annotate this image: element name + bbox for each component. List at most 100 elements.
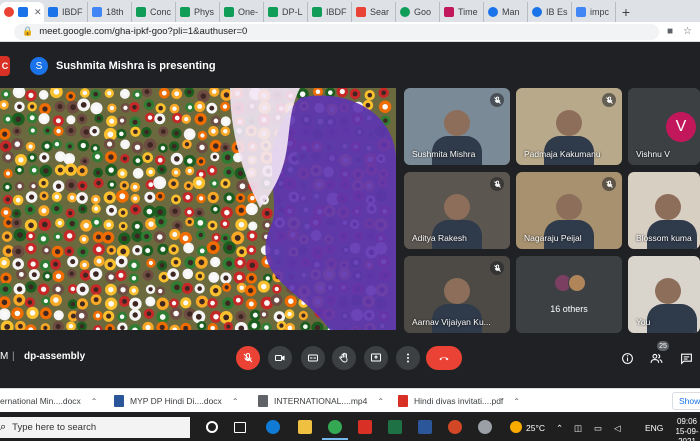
captions-button[interactable] — [301, 346, 325, 370]
address-bar-icons: ■ ☆ — [667, 26, 692, 37]
participant-tile[interactable]: Nagaraju Peijal — [516, 172, 622, 249]
presentation-content — [0, 88, 396, 330]
tab-one[interactable]: One- — [220, 2, 264, 22]
mic-off-icon — [243, 352, 253, 363]
tab-label: One- — [238, 7, 259, 17]
tab-ib-es[interactable]: IB Es — [528, 2, 572, 22]
taskbar-search[interactable]: ⌕ Type here to search — [0, 417, 190, 438]
avatar: S — [30, 57, 48, 75]
file-explorer-icon[interactable] — [298, 420, 312, 434]
tab-label: DP-L — [282, 7, 303, 17]
tab-meet[interactable]: ✕ — [0, 2, 44, 22]
lock-icon[interactable]: 🔒 — [22, 26, 33, 37]
hand-icon — [339, 352, 348, 363]
participant-tile[interactable]: V Vishnu V — [628, 88, 700, 165]
tab-ibdf[interactable]: IBDF — [44, 2, 88, 22]
mic-off-icon — [490, 93, 504, 107]
edge-icon[interactable] — [266, 420, 280, 434]
star-icon[interactable]: ☆ — [683, 26, 692, 37]
tab-label: 18th — [106, 7, 124, 17]
participant-tile[interactable]: Sushmita Mishra — [404, 88, 510, 165]
powerpoint-icon[interactable] — [448, 420, 462, 434]
close-icon[interactable]: ✕ — [34, 7, 42, 18]
people-button[interactable] — [648, 350, 664, 366]
participant-figure — [556, 109, 583, 136]
google-icon — [576, 7, 586, 17]
chevron-up-icon[interactable]: ⌃ — [377, 397, 384, 406]
others-avatars — [554, 274, 586, 292]
network-icon[interactable]: ◫ — [574, 423, 582, 434]
tab-search[interactable]: Sear — [352, 2, 396, 22]
new-tab-button[interactable]: + — [616, 2, 636, 22]
excel-icon[interactable] — [388, 420, 402, 434]
chevron-up-icon[interactable]: ⌃ — [91, 397, 98, 406]
chat-button[interactable] — [678, 350, 694, 366]
participant-figure — [556, 193, 583, 220]
mic-off-icon — [490, 261, 504, 275]
meeting-details-button[interactable] — [619, 350, 635, 366]
tab-label: IBDF — [326, 7, 347, 17]
clock[interactable]: 09:06 15-09-2021 — [674, 417, 700, 441]
tab-dp-l[interactable]: DP-L — [264, 2, 308, 22]
participant-tile[interactable]: Aarnav Vijaiyan Ku... — [404, 256, 510, 333]
chevron-up-icon[interactable]: ⌃ — [513, 397, 520, 406]
participant-tile[interactable]: Blossom kuma — [628, 172, 700, 249]
banner-edge-badge: C — [0, 56, 10, 76]
participant-name: Aarnav Vijaiyan Ku... — [412, 317, 491, 327]
participant-tile[interactable]: You — [628, 256, 700, 333]
chevron-up-icon[interactable]: ⌃ — [556, 423, 563, 434]
tab-label: IB Es — [546, 7, 568, 17]
task-view-icon[interactable] — [234, 422, 246, 433]
captions-icon — [308, 354, 318, 362]
tab-favicon-icon — [400, 7, 410, 17]
microphone-button[interactable] — [236, 346, 260, 370]
word-icon[interactable] — [418, 420, 432, 434]
download-item[interactable]: MYP DP Hindi Di....docx ⌃ — [114, 393, 239, 409]
leave-call-button[interactable] — [426, 346, 462, 370]
camera-icon[interactable]: ■ — [667, 26, 673, 37]
clock-date: 15-09-2021 — [675, 427, 699, 441]
participant-figure — [444, 109, 471, 136]
show-all-button[interactable]: Show — [672, 392, 700, 410]
volume-icon[interactable]: ◁ — [614, 423, 621, 434]
chrome-icon[interactable] — [328, 420, 342, 434]
search-input[interactable]: Type here to search — [12, 422, 96, 433]
camera-button[interactable] — [268, 346, 292, 370]
control-bar: M | dp-assembly — [0, 340, 700, 376]
anydesk-icon[interactable] — [358, 420, 372, 434]
url-text[interactable]: meet.google.com/gha-ipkf-goo?pli=1&authu… — [39, 26, 247, 37]
download-item[interactable]: ernational Min....docx ⌃ — [0, 393, 98, 409]
weather-icon[interactable] — [510, 421, 522, 433]
raise-hand-button[interactable] — [332, 346, 356, 370]
download-item[interactable]: INTERNATIONAL....mp4 ⌃ — [258, 393, 384, 409]
tab-favicon-icon — [92, 7, 102, 17]
participant-name: Nagaraju Peijal — [524, 233, 582, 243]
tab-time[interactable]: Time — [440, 2, 484, 22]
weather-temperature[interactable]: 25°C — [526, 423, 545, 433]
cortana-icon[interactable] — [206, 421, 218, 433]
download-item[interactable]: Hindi divas invitati....pdf ⌃ — [398, 393, 520, 409]
video-file-icon — [258, 395, 268, 407]
presentation-view[interactable] — [0, 88, 396, 330]
present-button[interactable] — [364, 346, 388, 370]
language-indicator[interactable]: ENG — [645, 423, 663, 433]
participant-tile[interactable]: 16 others — [516, 256, 622, 333]
chevron-up-icon[interactable]: ⌃ — [232, 397, 239, 406]
app-icon[interactable] — [478, 420, 492, 434]
tab-18th[interactable]: 18th — [88, 2, 132, 22]
more-options-button[interactable] — [396, 346, 420, 370]
participant-tile[interactable]: Aditya Rakesh — [404, 172, 510, 249]
phone-hangup-icon — [439, 357, 449, 361]
download-filename: MYP DP Hindi Di....docx — [130, 396, 222, 406]
tab-man[interactable]: Man — [484, 2, 528, 22]
participant-tile[interactable]: Padmaja Kakumanu — [516, 88, 622, 165]
battery-icon[interactable]: ▭ — [594, 423, 602, 434]
tab-phys[interactable]: Phys — [176, 2, 220, 22]
omnibox[interactable]: 🔒 meet.google.com/gha-ipkf-goo?pli=1&aut… — [14, 23, 659, 40]
tab-ibdf-2[interactable]: IBDF — [308, 2, 352, 22]
tab-goo[interactable]: Goo — [396, 2, 440, 22]
tab-conc[interactable]: Conc — [132, 2, 176, 22]
download-filename: Hindi divas invitati....pdf — [414, 396, 504, 406]
participant-name: Sushmita Mishra — [412, 149, 476, 159]
tab-impc[interactable]: impc — [572, 2, 616, 22]
